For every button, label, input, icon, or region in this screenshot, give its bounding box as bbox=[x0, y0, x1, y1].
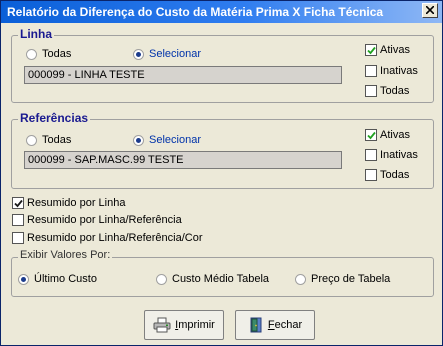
exibir-radio-custo-medio-label: Custo Médio Tabela bbox=[172, 273, 270, 285]
checkbox-checked-icon bbox=[365, 44, 377, 56]
linha-group-title: Linha bbox=[18, 27, 54, 41]
fechar-button[interactable]: Fechar bbox=[235, 310, 315, 340]
referencias-check-todas[interactable]: Todas bbox=[365, 169, 409, 181]
imprimir-label: Imprimir bbox=[175, 319, 215, 331]
close-icon bbox=[426, 6, 434, 14]
exibir-valores-title: Exibir Valores Por: bbox=[18, 249, 113, 261]
resumido-linha-referencia-checkbox[interactable]: Resumido por Linha/Referência bbox=[12, 214, 182, 226]
exibir-radio-preco-tabela[interactable]: Preço de Tabela bbox=[295, 273, 390, 285]
linha-check-ativas-label: Ativas bbox=[380, 44, 410, 56]
radio-off-icon bbox=[295, 273, 306, 285]
radio-on-icon bbox=[18, 273, 29, 285]
report-dialog: Relatório da Diferença do Custo da Matér… bbox=[0, 0, 443, 346]
title-bar[interactable]: Relatório da Diferença do Custo da Matér… bbox=[1, 1, 442, 23]
resumido-linha-referencia-cor-label: Resumido por Linha/Referência/Cor bbox=[27, 232, 203, 244]
resumido-linha-referencia-label: Resumido por Linha/Referência bbox=[27, 214, 182, 226]
referencias-check-ativas-label: Ativas bbox=[380, 129, 410, 141]
radio-off-icon bbox=[26, 48, 37, 60]
linha-radio-selecionar[interactable]: Selecionar bbox=[133, 48, 201, 60]
referencias-radio-selecionar-label: Selecionar bbox=[149, 134, 201, 146]
resumido-linha-referencia-cor-checkbox[interactable]: Resumido por Linha/Referência/Cor bbox=[12, 232, 202, 244]
referencias-check-todas-label: Todas bbox=[380, 169, 410, 181]
linha-radio-selecionar-label: Selecionar bbox=[149, 48, 201, 60]
radio-off-icon bbox=[156, 273, 167, 285]
referencias-check-inativas[interactable]: Inativas bbox=[365, 149, 418, 161]
fechar-label: Fechar bbox=[267, 319, 303, 331]
exibir-radio-custo-medio[interactable]: Custo Médio Tabela bbox=[156, 273, 269, 285]
radio-off-icon bbox=[26, 134, 37, 146]
linha-radio-todas-label: Todas bbox=[42, 48, 72, 60]
checkbox-empty-icon bbox=[365, 65, 377, 77]
linha-group: Linha Todas Selecionar 000099 - LINHA TE… bbox=[11, 27, 434, 103]
linha-check-ativas[interactable]: Ativas bbox=[365, 44, 410, 56]
checkbox-empty-icon bbox=[365, 85, 377, 97]
linha-check-todas-label: Todas bbox=[380, 85, 410, 97]
checkbox-checked-icon bbox=[365, 129, 377, 141]
checkbox-empty-icon bbox=[12, 232, 24, 244]
exibir-radio-ultimo-custo[interactable]: Último Custo bbox=[18, 273, 97, 285]
linha-radio-todas[interactable]: Todas bbox=[26, 48, 71, 60]
checkbox-empty-icon bbox=[365, 169, 377, 181]
linha-check-inativas-label: Inativas bbox=[380, 65, 418, 77]
referencias-check-inativas-label: Inativas bbox=[380, 149, 418, 161]
radio-on-icon bbox=[133, 134, 144, 146]
resumido-linha-label: Resumido por Linha bbox=[27, 197, 126, 209]
radio-on-icon bbox=[133, 48, 144, 60]
referencias-group-title: Referências bbox=[18, 111, 91, 125]
exibir-valores-group: Exibir Valores Por: Último Custo Custo M… bbox=[11, 249, 434, 297]
resumido-linha-checkbox[interactable]: Resumido por Linha bbox=[12, 197, 125, 209]
window-title: Relatório da Diferença do Custo da Matér… bbox=[7, 5, 384, 19]
linha-check-inativas[interactable]: Inativas bbox=[365, 65, 418, 77]
exibir-radio-ultimo-custo-label: Último Custo bbox=[34, 273, 97, 285]
referencias-radio-todas-label: Todas bbox=[42, 134, 72, 146]
referencias-check-ativas[interactable]: Ativas bbox=[365, 129, 410, 141]
linha-select-field[interactable]: 000099 - LINHA TESTE bbox=[24, 66, 342, 84]
checkbox-empty-icon bbox=[12, 214, 24, 226]
imprimir-button[interactable]: Imprimir bbox=[144, 310, 224, 340]
exit-door-icon bbox=[248, 317, 264, 333]
referencias-radio-selecionar[interactable]: Selecionar bbox=[133, 134, 201, 146]
referencias-radio-todas[interactable]: Todas bbox=[26, 134, 71, 146]
referencias-group: Referências Todas Selecionar 000099 - SA… bbox=[11, 111, 434, 189]
printer-icon bbox=[153, 317, 171, 333]
exibir-radio-preco-tabela-label: Preço de Tabela bbox=[311, 273, 391, 285]
close-button[interactable] bbox=[422, 3, 438, 18]
linha-check-todas[interactable]: Todas bbox=[365, 85, 409, 97]
referencias-select-field[interactable]: 000099 - SAP.MASC.99 TESTE bbox=[24, 151, 342, 169]
checkbox-empty-icon bbox=[365, 149, 377, 161]
checkbox-checked-icon bbox=[12, 197, 24, 209]
